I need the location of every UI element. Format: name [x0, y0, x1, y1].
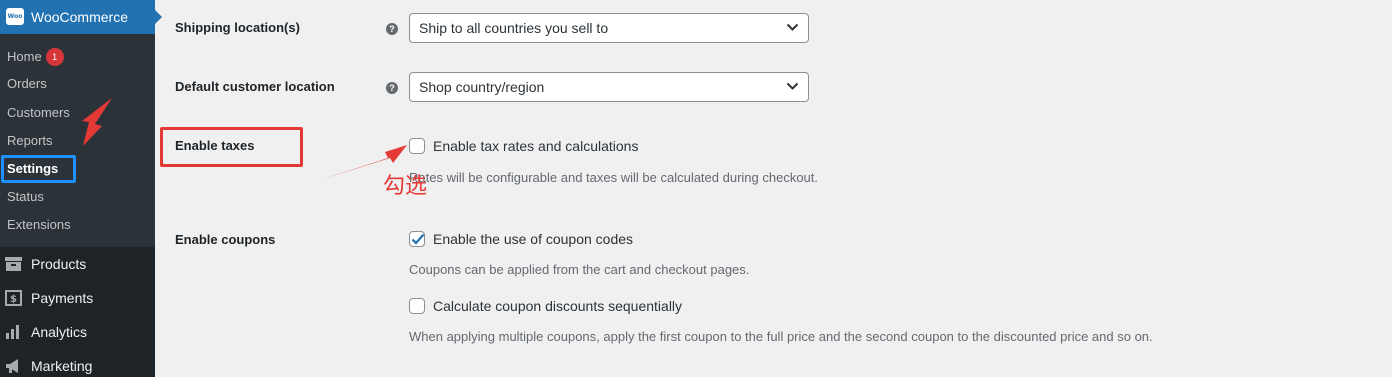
annotation-check-text: 勾选	[383, 174, 428, 199]
annotation-arrows	[82, 98, 407, 181]
settings-arrow-icon	[82, 98, 112, 146]
